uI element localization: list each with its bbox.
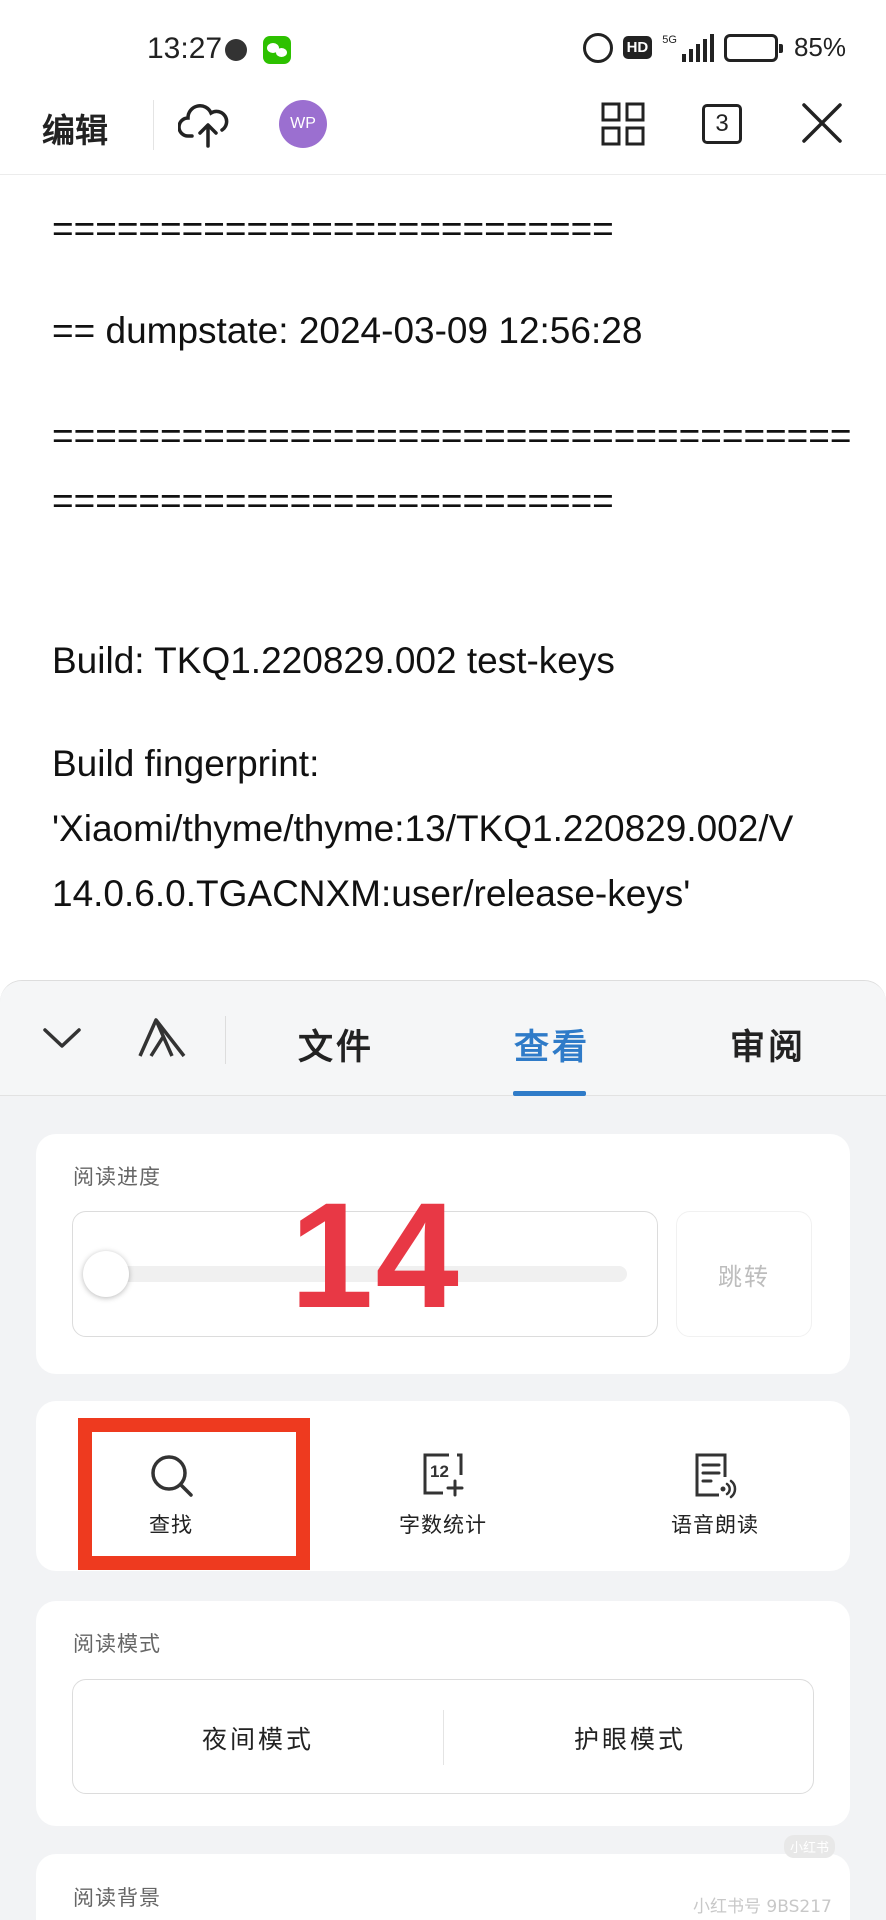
grid-icon[interactable] — [601, 102, 645, 146]
reading-progress-title: 阅读进度 — [73, 1165, 161, 1189]
battery-percent: 85% — [793, 32, 846, 62]
reading-mode-group: 夜间模式 护眼模式 — [72, 1679, 814, 1794]
progress-slider-thumb[interactable] — [83, 1251, 129, 1297]
read-aloud-button[interactable]: 语音朗读 — [615, 1451, 815, 1539]
doc-line: 14.0.6.0.TGACNXM:user/release-keys' — [52, 873, 691, 914]
status-indicators: HD 5G 85% — [582, 32, 846, 63]
doc-line: == dumpstate: 2024-03-09 12:56:28 — [52, 310, 643, 351]
font-style-icon[interactable] — [137, 1015, 187, 1059]
wechat-icon — [263, 36, 291, 64]
panel-tab-bar: 文件 查看 审阅 — [0, 981, 886, 1096]
watermark-badge: 小红书 — [784, 1835, 836, 1858]
notification-dot-icon — [225, 39, 247, 61]
battery-icon — [723, 33, 783, 62]
app-toolbar: 编辑 WP 3 — [0, 100, 886, 175]
night-mode-button[interactable]: 夜间模式 — [73, 1720, 443, 1756]
word-count-label: 字数统计 — [399, 1513, 487, 1537]
edit-button[interactable]: 编辑 — [42, 104, 108, 152]
hd-badge: HD — [622, 36, 653, 59]
status-time: 13:27 — [147, 32, 223, 65]
watermark: 小红书号 9BS217 — [693, 1897, 832, 1917]
status-bar: 13:27 HD 5G 85% — [0, 0, 886, 100]
doc-line: ===================================== — [52, 415, 852, 456]
word-count-button[interactable]: 12 字数统计 — [343, 1451, 543, 1539]
tab-divider — [225, 1016, 226, 1064]
read-aloud-label: 语音朗读 — [671, 1513, 759, 1537]
doc-line: Build: TKQ1.220829.002 test-keys — [52, 640, 615, 681]
signal-icon: 5G — [662, 33, 714, 62]
word-count-icon: 12 — [423, 1453, 464, 1497]
toolbar-border — [0, 174, 886, 175]
jump-button[interactable]: 跳转 — [676, 1211, 812, 1337]
avatar[interactable]: WP — [279, 100, 327, 148]
alarm-icon — [582, 32, 613, 63]
tab-view[interactable]: 查看 — [514, 1019, 590, 1070]
annotation-highlight-box — [78, 1418, 310, 1570]
svg-text:12: 12 — [430, 1462, 449, 1481]
doc-line: 'Xiaomi/thyme/thyme:13/TKQ1.220829.002/V — [52, 808, 794, 849]
close-icon[interactable] — [801, 102, 843, 144]
chevron-down-icon[interactable] — [42, 1023, 82, 1053]
reading-mode-title: 阅读模式 — [73, 1632, 161, 1656]
doc-line: ========================== — [52, 480, 614, 521]
doc-line: ========================== — [52, 208, 614, 249]
tab-count-button[interactable]: 3 — [702, 104, 742, 144]
annotation-step-number: 14 — [290, 1171, 461, 1339]
tab-review[interactable]: 审阅 — [730, 1019, 806, 1070]
reading-mode-card: 阅读模式 夜间模式 护眼模式 — [36, 1601, 850, 1826]
doc-line: Build fingerprint: — [52, 743, 320, 784]
reading-background-title: 阅读背景 — [73, 1886, 161, 1910]
tab-file[interactable]: 文件 — [298, 1019, 374, 1070]
cloud-upload-icon[interactable] — [178, 100, 230, 150]
mode-divider — [443, 1710, 444, 1765]
toolbar-divider — [153, 100, 154, 150]
read-aloud-icon — [695, 1453, 737, 1499]
network-type: 5G — [662, 33, 677, 46]
eye-care-mode-button[interactable]: 护眼模式 — [445, 1720, 815, 1756]
active-tab-indicator — [513, 1091, 586, 1096]
